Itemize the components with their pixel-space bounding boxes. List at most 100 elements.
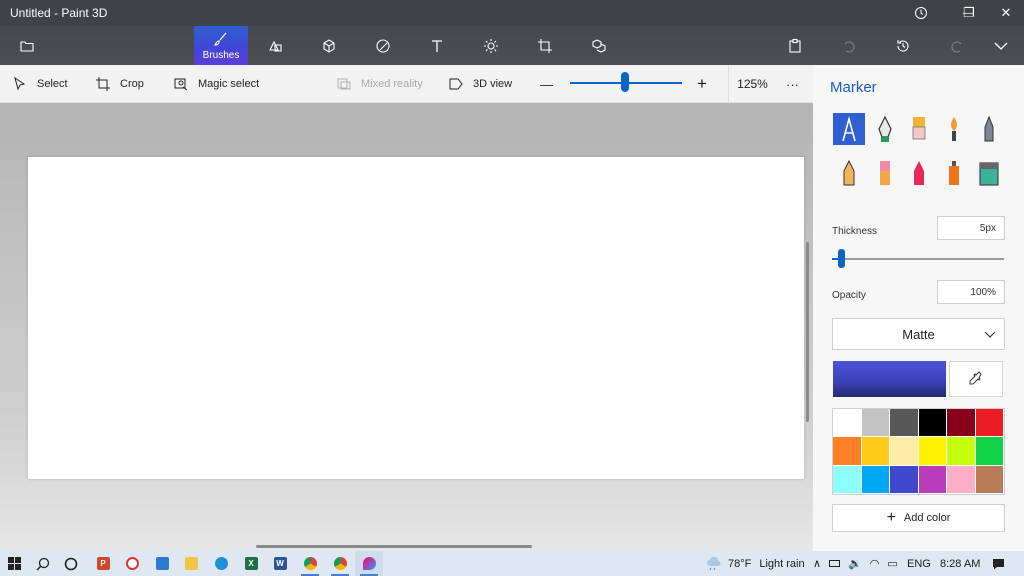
zoom-out-button[interactable]: — (540, 65, 553, 103)
taskbar-chrome[interactable] (296, 551, 324, 576)
close-button[interactable]: ✕ (989, 0, 1023, 26)
finish-value: Matte (902, 326, 935, 342)
fill-brush[interactable] (973, 157, 1005, 189)
text-tab[interactable] (410, 26, 464, 65)
current-color-swatch[interactable] (833, 361, 946, 397)
chrome-red-icon (125, 557, 139, 570)
taskbar-file-explorer[interactable] (177, 551, 205, 576)
chevron-up-icon[interactable]: ∧ (813, 557, 821, 570)
notifications-button[interactable] (988, 551, 1008, 576)
zoom-in-button[interactable]: + (697, 65, 707, 103)
pixel-pen-brush[interactable] (973, 113, 1005, 145)
3d-library-tab[interactable] (572, 26, 626, 65)
drawing-canvas[interactable] (28, 157, 804, 479)
taskbar-monitor[interactable] (148, 551, 176, 576)
zoom-out-icon: — (540, 76, 553, 92)
eyedropper-button[interactable] (949, 361, 1003, 397)
color-swatch[interactable] (975, 465, 1004, 494)
weather-widget[interactable]: 78°F Light rain (706, 551, 805, 576)
clock[interactable]: 8:28 AM (940, 551, 980, 576)
more-options-button[interactable]: ··· (786, 65, 799, 103)
color-swatch[interactable] (890, 437, 919, 466)
color-swatch[interactable] (975, 437, 1004, 466)
color-swatch[interactable] (861, 437, 890, 466)
color-swatch[interactable] (890, 465, 919, 494)
color-swatch[interactable] (861, 465, 890, 494)
plus-icon: + (886, 509, 896, 526)
2d-shapes-tab[interactable] (248, 26, 302, 65)
color-swatch[interactable] (947, 465, 976, 494)
color-swatch[interactable] (918, 465, 947, 494)
wifi-icon[interactable]: ◠ (870, 557, 880, 570)
select-button[interactable]: Select (13, 65, 68, 103)
stickers-icon (376, 38, 390, 53)
folder-icon (20, 40, 34, 52)
history-icon[interactable] (904, 0, 938, 26)
canvas-tab[interactable] (518, 26, 572, 65)
magic-select-button[interactable]: Magic select (174, 65, 259, 103)
finish-dropdown[interactable]: Matte (832, 318, 1005, 350)
volume-icon[interactable]: 🔉 (848, 557, 862, 570)
menu-button[interactable] (0, 26, 54, 65)
color-swatch[interactable] (947, 437, 976, 466)
network-icon[interactable]: ▭ (887, 557, 897, 570)
3d-shapes-tab[interactable] (302, 26, 356, 65)
expand-menu-button[interactable] (978, 26, 1024, 65)
calligraphy-pen-brush[interactable] (869, 113, 901, 145)
color-swatch[interactable] (833, 437, 862, 466)
effects-tab[interactable] (464, 26, 518, 65)
vertical-scrollbar[interactable] (806, 242, 809, 422)
edge-icon (214, 557, 228, 570)
color-swatch[interactable] (947, 409, 976, 438)
taskbar-app-red[interactable] (118, 551, 146, 576)
crayon-brush[interactable] (903, 157, 935, 189)
3d-view-button[interactable]: 3D view (449, 65, 512, 103)
marker-icon (842, 115, 856, 142)
eraser-brush[interactable] (869, 157, 901, 189)
thickness-input[interactable]: 5px (937, 216, 1005, 240)
watercolor-brush[interactable] (938, 113, 970, 145)
taskbar-chrome-2[interactable] (326, 551, 354, 576)
color-swatch[interactable] (861, 409, 890, 438)
crayon-icon (914, 161, 924, 185)
paste-button[interactable] (768, 26, 822, 65)
marker-brush[interactable] (833, 113, 865, 145)
taskbar-powerpoint[interactable]: P (89, 551, 117, 576)
mixed-reality-button[interactable]: Mixed reality (337, 65, 423, 103)
spray-can-brush[interactable] (938, 157, 970, 189)
redo-button[interactable] (930, 26, 984, 65)
restore-button[interactable]: ❐ (952, 0, 986, 26)
add-color-button[interactable]: + Add color (832, 504, 1005, 532)
thickness-slider-thumb[interactable] (838, 249, 845, 268)
color-swatch[interactable] (918, 437, 947, 466)
undo-button[interactable] (822, 26, 876, 65)
thickness-slider-track[interactable] (832, 258, 1004, 260)
zoom-slider-thumb[interactable] (621, 72, 629, 92)
stickers-tab[interactable] (356, 26, 410, 65)
windows-start-icon (7, 557, 21, 570)
color-swatch[interactable] (890, 409, 919, 438)
task-view-button[interactable] (57, 551, 85, 576)
zoom-level[interactable]: 125% (728, 65, 776, 103)
taskbar-edge[interactable] (207, 551, 235, 576)
taskbar-excel[interactable]: X (237, 551, 265, 576)
battery-icon[interactable] (829, 560, 841, 567)
taskbar-paint-3d[interactable] (355, 551, 383, 576)
brushes-tab[interactable]: Brushes (194, 26, 248, 65)
opacity-input[interactable]: 100% (937, 280, 1005, 304)
taskbar-word[interactable]: W (266, 551, 294, 576)
color-swatch[interactable] (833, 409, 862, 438)
crop-button[interactable]: Crop (96, 65, 144, 103)
language-indicator[interactable]: ENG (907, 551, 931, 576)
color-swatch[interactable] (833, 465, 862, 494)
history-button[interactable] (876, 26, 930, 65)
windows-start-button[interactable] (0, 551, 28, 576)
color-swatch[interactable] (918, 409, 947, 438)
taskbar-search-button[interactable] (29, 551, 57, 576)
pencil-brush[interactable] (833, 157, 865, 189)
oil-brush[interactable] (903, 113, 935, 145)
pencil-icon (843, 159, 855, 186)
pixel-pen-icon (984, 115, 994, 142)
color-swatch[interactable] (975, 409, 1004, 438)
horizontal-scrollbar[interactable] (256, 545, 532, 548)
